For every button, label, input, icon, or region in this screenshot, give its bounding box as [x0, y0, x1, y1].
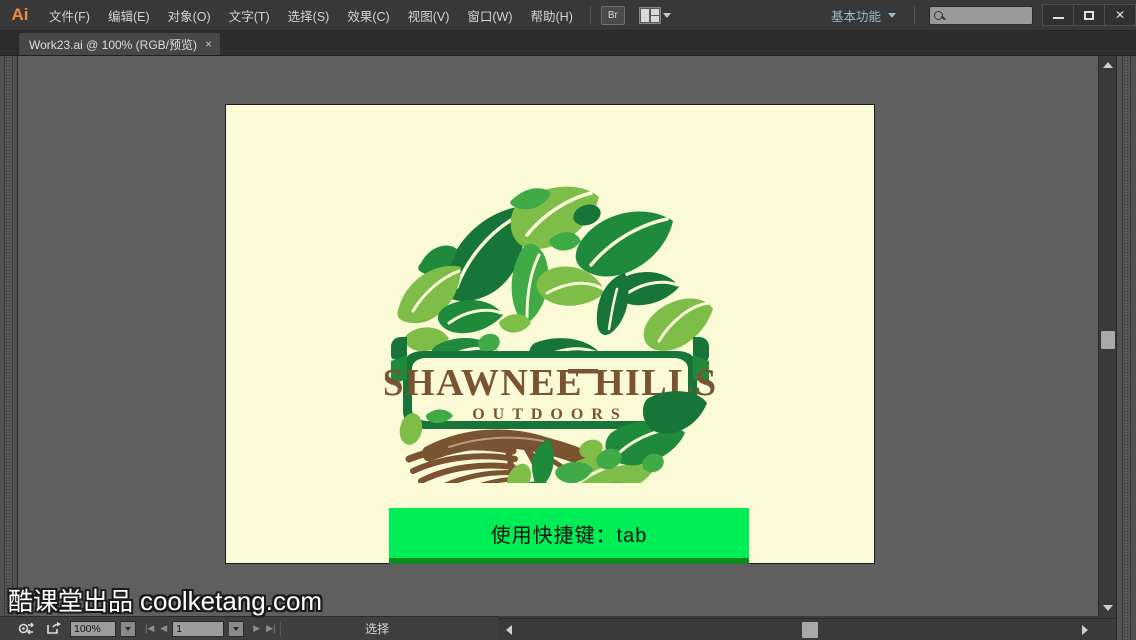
callout-text: 使用快捷键：tab: [490, 524, 648, 547]
panel-grip-icon: [1122, 56, 1131, 640]
workspace-label: 基本功能: [830, 9, 881, 24]
chevron-down-icon: [125, 626, 131, 631]
triangle-up-icon: [1103, 61, 1113, 68]
vertical-scrollbar[interactable]: [1098, 56, 1116, 616]
arrange-documents-icon: [638, 6, 661, 24]
menubar-divider: [589, 6, 591, 24]
vertical-scrollbar-thumb[interactable]: [1101, 331, 1115, 349]
status-divider: [280, 621, 282, 636]
triangle-right-icon: [1082, 625, 1088, 635]
menu-type[interactable]: 文字(T): [220, 0, 279, 31]
minimize-icon: [1052, 17, 1064, 19]
menu-bar: Ai 文件(F) 编辑(E) 对象(O) 文字(T) 选择(S) 效果(C) 视…: [0, 0, 1136, 31]
illustrator-window: Ai 文件(F) 编辑(E) 对象(O) 文字(T) 选择(S) 效果(C) 视…: [0, 0, 1136, 640]
close-icon: ✕: [1114, 8, 1126, 22]
artboard-dropdown-button[interactable]: [229, 620, 245, 637]
menu-items: 文件(F) 编辑(E) 对象(O) 文字(T) 选择(S) 效果(C) 视图(V…: [40, 0, 582, 31]
status-bar: 100% |◀ ◀ 1 ▶ ▶| 选择: [0, 616, 498, 640]
close-button[interactable]: ✕: [1104, 4, 1136, 26]
triangle-left-icon: [506, 625, 512, 635]
window-controls: ✕: [1042, 4, 1136, 26]
chevron-down-icon: [662, 12, 671, 18]
menu-file[interactable]: 文件(F): [40, 0, 99, 31]
maximize-icon: [1084, 10, 1094, 20]
canvas-area[interactable]: SHAWNEE HILLS OUTDOORS 使用快捷键：tab: [18, 56, 1098, 616]
scroll-up-button[interactable]: [1099, 56, 1117, 73]
artboard[interactable]: SHAWNEE HILLS OUTDOORS 使用快捷键：tab: [225, 104, 875, 564]
menu-edit[interactable]: 编辑(E): [99, 0, 159, 31]
horizontal-scrollbar[interactable]: [498, 618, 1116, 640]
scroll-down-button[interactable]: [1099, 599, 1117, 616]
status-indicator[interactable]: 选择: [286, 620, 498, 637]
menu-object[interactable]: 对象(O): [159, 0, 220, 31]
last-page-button[interactable]: ▶|: [266, 624, 275, 633]
arrange-documents-button[interactable]: [638, 6, 671, 24]
maximize-button[interactable]: [1073, 4, 1105, 26]
menu-help[interactable]: 帮助(H): [522, 0, 582, 31]
right-panel-strip[interactable]: [1116, 56, 1136, 640]
page-nav-group-2: ▶ ▶|: [253, 624, 275, 633]
next-page-button[interactable]: ▶: [253, 624, 260, 633]
menu-window[interactable]: 窗口(W): [458, 0, 521, 31]
app-logo-icon: Ai: [11, 5, 29, 24]
callout-body: 使用快捷键：tab: [389, 508, 749, 558]
menubar-right: 基本功能 ✕: [821, 0, 1136, 31]
menu-view[interactable]: 视图(V): [399, 0, 459, 31]
document-tab-label: Work23.ai @ 100% (RGB/预览): [29, 37, 198, 52]
logo-artwork[interactable]: SHAWNEE HILLS OUTDOORS: [385, 111, 715, 483]
scroll-left-button[interactable]: [500, 619, 518, 640]
tab-close-icon[interactable]: ×: [205, 38, 212, 50]
scroll-right-button[interactable]: [1076, 619, 1094, 640]
triangle-down-icon: [1103, 604, 1113, 611]
menubar-divider: [914, 6, 915, 24]
first-page-button[interactable]: |◀: [145, 624, 154, 633]
left-panel-strip[interactable]: [0, 56, 18, 616]
menu-select[interactable]: 选择(S): [279, 0, 339, 31]
search-icon: [934, 10, 943, 20]
svg-text:OUTDOORS: OUTDOORS: [472, 406, 628, 423]
page-nav-group: |◀ ◀: [145, 624, 167, 633]
menu-effect[interactable]: 效果(C): [338, 0, 398, 31]
document-tab[interactable]: Work23.ai @ 100% (RGB/预览) ×: [18, 32, 222, 55]
share-icon[interactable]: [43, 621, 65, 637]
bridge-button[interactable]: Br: [600, 5, 625, 25]
workspace-switcher[interactable]: 基本功能: [821, 6, 906, 25]
prev-page-button[interactable]: ◀: [160, 624, 167, 633]
chevron-down-icon: [888, 12, 896, 18]
zoom-dropdown-button[interactable]: [121, 620, 136, 637]
gear-icon[interactable]: [16, 621, 38, 637]
shortcut-callout: 使用快捷键：tab: [389, 508, 749, 564]
search-input[interactable]: [929, 5, 1033, 25]
artboard-number-input[interactable]: 1: [172, 620, 225, 637]
minimize-button[interactable]: [1042, 4, 1074, 26]
zoom-level-input[interactable]: 100%: [70, 620, 116, 637]
panel-grip-icon: [4, 56, 13, 616]
chevron-down-icon: [233, 626, 240, 631]
document-tab-bar: Work23.ai @ 100% (RGB/预览) ×: [0, 31, 1136, 56]
horizontal-scrollbar-thumb[interactable]: [802, 622, 818, 638]
